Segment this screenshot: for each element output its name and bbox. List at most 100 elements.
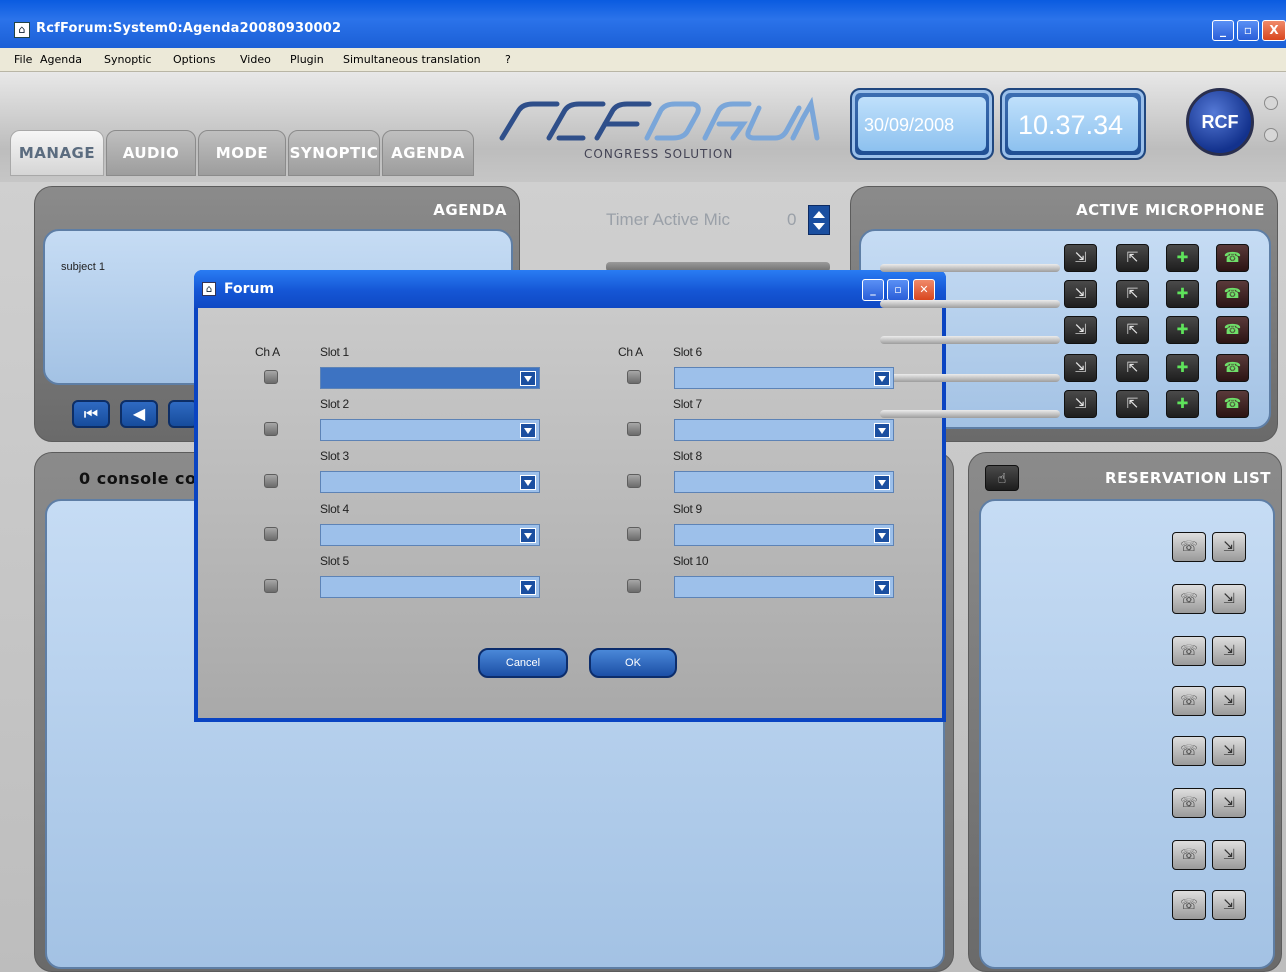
slot-dropdown[interactable] [320, 576, 540, 598]
slot-dropdown[interactable] [674, 576, 894, 598]
menu-help[interactable]: ? [505, 53, 511, 66]
maximize-button[interactable]: ▫ [1237, 20, 1259, 41]
first-item-button[interactable]: ⏮ [72, 400, 110, 428]
slot-dropdown[interactable] [674, 471, 894, 493]
menu-video[interactable]: Video [240, 53, 271, 66]
reservation-remove-button[interactable]: ⇲ [1212, 840, 1246, 870]
menu-simultaneous-translation[interactable]: Simultaneous translation [343, 53, 481, 66]
dropdown-arrow-icon[interactable] [874, 371, 890, 386]
mic-priority-button[interactable]: ⇱ [1116, 390, 1149, 418]
dialog-minimize-button[interactable]: _ [862, 279, 884, 301]
dropdown-arrow-icon[interactable] [520, 528, 536, 543]
mic-off-button[interactable]: ⇲ [1064, 354, 1097, 382]
slot-label: Slot 8 [673, 449, 702, 463]
slot-dropdown[interactable] [674, 524, 894, 546]
slot-dropdown[interactable] [320, 471, 540, 493]
dropdown-arrow-icon[interactable] [874, 423, 890, 438]
dropdown-arrow-icon[interactable] [520, 423, 536, 438]
channel-a-checkbox[interactable] [627, 370, 641, 384]
mic-remove-button[interactable]: ☎ [1216, 354, 1249, 382]
slot-dropdown[interactable] [674, 419, 894, 441]
agenda-subject[interactable]: subject 1 [61, 261, 105, 273]
channel-a-checkbox[interactable] [627, 422, 641, 436]
mic-off-button[interactable]: ⇲ [1064, 390, 1097, 418]
reservation-remove-button[interactable]: ⇲ [1212, 532, 1246, 562]
mic-add-button[interactable]: ✚ [1166, 280, 1199, 308]
cancel-button[interactable]: Cancel [478, 648, 568, 678]
time-display: 10.37.34 [1000, 88, 1146, 160]
slot-dropdown[interactable] [674, 367, 894, 389]
dropdown-arrow-icon[interactable] [520, 371, 536, 386]
mic-priority-button[interactable]: ⇱ [1116, 316, 1149, 344]
mic-add-button[interactable]: ✚ [1166, 354, 1199, 382]
menu-file[interactable]: File [14, 53, 32, 66]
mic-priority-button[interactable]: ⇱ [1116, 244, 1149, 272]
mic-priority-button[interactable]: ⇱ [1116, 280, 1149, 308]
reservation-remove-button[interactable]: ⇲ [1212, 584, 1246, 614]
slot-dropdown[interactable] [320, 524, 540, 546]
reservation-remove-button[interactable]: ⇲ [1212, 636, 1246, 666]
reservation-remove-button[interactable]: ⇲ [1212, 890, 1246, 920]
menu-agenda[interactable]: Agenda [40, 53, 82, 66]
reservation-give-floor-button[interactable]: ☏ [1172, 788, 1206, 818]
tab-synoptic[interactable]: SYNOPTIC [288, 130, 380, 176]
mic-priority-button[interactable]: ⇱ [1116, 354, 1149, 382]
mic-off-button[interactable]: ⇲ [1064, 316, 1097, 344]
close-button[interactable]: X [1262, 20, 1286, 41]
mic-off-button[interactable]: ⇲ [1064, 244, 1097, 272]
reservation-give-floor-button[interactable]: ☏ [1172, 532, 1206, 562]
reservation-add-button[interactable]: ☝ [985, 465, 1019, 491]
menu-synoptic[interactable]: Synoptic [104, 53, 152, 66]
dropdown-arrow-icon[interactable] [874, 580, 890, 595]
reservation-remove-button[interactable]: ⇲ [1212, 788, 1246, 818]
reservation-give-floor-button[interactable]: ☏ [1172, 840, 1206, 870]
menu-plugin[interactable]: Plugin [290, 53, 324, 66]
mic-add-button[interactable]: ✚ [1166, 390, 1199, 418]
channel-a-checkbox[interactable] [264, 474, 278, 488]
reservation-remove-button[interactable]: ⇲ [1212, 686, 1246, 716]
spinner-down-icon[interactable] [813, 223, 825, 230]
mic-level-bar [880, 264, 1060, 272]
reservation-give-floor-button[interactable]: ☏ [1172, 686, 1206, 716]
reservation-give-floor-button[interactable]: ☏ [1172, 636, 1206, 666]
dropdown-arrow-icon[interactable] [874, 528, 890, 543]
channel-a-checkbox[interactable] [264, 370, 278, 384]
tab-audio[interactable]: AUDIO [106, 130, 196, 176]
dialog-maximize-button[interactable]: ▫ [887, 279, 909, 301]
reservation-give-floor-button[interactable]: ☏ [1172, 736, 1206, 766]
spinner-up-icon[interactable] [813, 211, 825, 218]
window-title: RcfForum:System0:Agenda20080930002 [36, 21, 342, 36]
slot-dropdown[interactable] [320, 367, 540, 389]
dropdown-arrow-icon[interactable] [520, 475, 536, 490]
mic-remove-button[interactable]: ☎ [1216, 390, 1249, 418]
tab-manage[interactable]: MANAGE [10, 130, 104, 176]
dropdown-arrow-icon[interactable] [520, 580, 536, 595]
mic-remove-button[interactable]: ☎ [1216, 244, 1249, 272]
mic-remove-button[interactable]: ☎ [1216, 316, 1249, 344]
dialog-close-button[interactable]: ✕ [913, 279, 935, 301]
tab-agenda[interactable]: AGENDA [382, 130, 474, 176]
reservation-remove-button[interactable]: ⇲ [1212, 736, 1246, 766]
channel-a-checkbox[interactable] [627, 579, 641, 593]
mic-add-button[interactable]: ✚ [1166, 244, 1199, 272]
slot-dropdown[interactable] [320, 419, 540, 441]
ok-button[interactable]: OK [589, 648, 677, 678]
timer-spinner[interactable] [808, 205, 830, 235]
forum-dialog: ⌂ Forum _ ▫ ✕ [194, 270, 946, 722]
dropdown-arrow-icon[interactable] [874, 475, 890, 490]
mic-remove-button[interactable]: ☎ [1216, 280, 1249, 308]
minimize-button[interactable]: _ [1212, 20, 1234, 41]
reservation-give-floor-button[interactable]: ☏ [1172, 890, 1206, 920]
mic-off-button[interactable]: ⇲ [1064, 280, 1097, 308]
mic-add-button[interactable]: ✚ [1166, 316, 1199, 344]
previous-item-button[interactable]: ◀ [120, 400, 158, 428]
tab-mode[interactable]: MODE [198, 130, 286, 176]
channel-a-checkbox[interactable] [264, 527, 278, 541]
menu-options[interactable]: Options [173, 53, 215, 66]
slot-label: Slot 3 [320, 449, 349, 463]
channel-a-checkbox[interactable] [264, 579, 278, 593]
channel-a-checkbox[interactable] [264, 422, 278, 436]
channel-a-checkbox[interactable] [627, 474, 641, 488]
reservation-give-floor-button[interactable]: ☏ [1172, 584, 1206, 614]
channel-a-checkbox[interactable] [627, 527, 641, 541]
